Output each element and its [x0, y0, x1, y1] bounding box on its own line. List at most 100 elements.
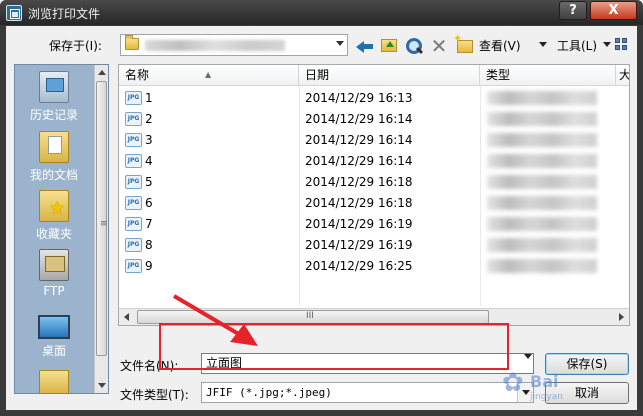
- scroll-down-icon[interactable]: [98, 383, 106, 388]
- file-name: 2: [145, 112, 153, 126]
- save-in-path-blurred: [145, 40, 285, 51]
- file-type-blurred: [487, 133, 597, 147]
- scroll-right-icon[interactable]: [619, 313, 624, 321]
- folder-icon: [39, 370, 69, 394]
- table-row[interactable]: JPG 5 2014/12/29 16:18: [119, 172, 609, 193]
- place-favorites[interactable]: 收藏夹: [17, 190, 91, 242]
- scroll-left-icon[interactable]: [124, 313, 129, 321]
- file-date: 2014/12/29 16:25: [305, 259, 413, 273]
- file-name: 9: [145, 259, 153, 273]
- file-name: 4: [145, 154, 153, 168]
- column-header-name[interactable]: 名称 ▲: [119, 65, 299, 86]
- file-list[interactable]: 名称 ▲ 日期 类型 大 JPG 1 2014/12/29 16:13 JPG 2 201…: [118, 64, 630, 326]
- table-row[interactable]: JPG 7 2014/12/29 16:19: [119, 214, 609, 235]
- app-icon: [6, 5, 22, 21]
- column-header-type[interactable]: 类型: [480, 65, 616, 86]
- back-arrow-icon[interactable]: [356, 37, 374, 55]
- sort-ascending-icon: ▲: [205, 70, 212, 79]
- place-partial[interactable]: [17, 370, 91, 397]
- table-row[interactable]: JPG 1 2014/12/29 16:13: [119, 88, 609, 109]
- file-type-blurred: [487, 238, 597, 252]
- watermark-text: Bai: [530, 372, 559, 391]
- column-header-size[interactable]: 大: [616, 65, 629, 86]
- my-documents-icon: [39, 131, 69, 163]
- watermark-logo: ✿ Bai jingyan: [502, 368, 632, 408]
- watermark-sub: jingyan: [530, 392, 563, 402]
- file-date: 2014/12/29 16:18: [305, 196, 413, 210]
- file-type-blurred: [487, 112, 597, 126]
- window-title: 浏览打印文件: [28, 7, 101, 21]
- chevron-down-icon[interactable]: [524, 354, 532, 359]
- jpg-file-icon: JPG: [125, 133, 142, 147]
- tools-menu[interactable]: 工具(L): [557, 37, 597, 54]
- jpg-file-icon: JPG: [125, 238, 142, 252]
- ftp-icon: [39, 249, 69, 281]
- table-row[interactable]: JPG 9 2014/12/29 16:25: [119, 256, 609, 277]
- up-folder-icon[interactable]: [381, 39, 397, 52]
- jpg-file-icon: JPG: [125, 217, 142, 231]
- place-history[interactable]: 历史记录: [17, 71, 91, 123]
- delete-icon[interactable]: ✕: [430, 36, 448, 56]
- file-date: 2014/12/29 16:19: [305, 238, 413, 252]
- places-scrollbar[interactable]: ≡: [94, 65, 108, 393]
- dialog-window: 浏览打印文件 ? X 保存于(I): ✕ 查看(V) 工具(L) 历史记录: [0, 0, 643, 416]
- views-icon[interactable]: [615, 38, 629, 52]
- jpg-file-icon: JPG: [125, 196, 142, 210]
- jpg-file-icon: JPG: [125, 154, 142, 168]
- file-name: 8: [145, 238, 153, 252]
- jpg-file-icon: JPG: [125, 112, 142, 126]
- save-in-dropdown[interactable]: [120, 34, 348, 56]
- favorites-icon: [39, 190, 69, 222]
- title-bar[interactable]: 浏览打印文件 ? X: [0, 0, 643, 25]
- annotation-arrow-icon: [172, 294, 258, 346]
- place-my-documents[interactable]: 我的文档: [17, 131, 91, 183]
- file-date: 2014/12/29 16:14: [305, 154, 413, 168]
- view-menu[interactable]: 查看(V): [479, 37, 521, 54]
- places-bar: 历史记录 我的文档 收藏夹 FTP 桌面: [14, 64, 109, 394]
- file-name: 6: [145, 196, 153, 210]
- file-name: 5: [145, 175, 153, 189]
- table-row[interactable]: JPG 2 2014/12/29 16:14: [119, 109, 609, 130]
- chevron-down-icon[interactable]: [603, 42, 611, 47]
- file-type-blurred: [487, 91, 597, 105]
- chevron-down-icon[interactable]: [336, 41, 344, 46]
- close-button[interactable]: X: [590, 1, 637, 20]
- table-row[interactable]: JPG 3 2014/12/29 16:14: [119, 130, 609, 151]
- file-type-blurred: [487, 259, 597, 273]
- scroll-grip: III: [306, 311, 314, 321]
- search-icon[interactable]: [404, 37, 422, 55]
- scroll-thumb[interactable]: ≡: [96, 81, 108, 356]
- jpg-file-icon: JPG: [125, 91, 142, 105]
- place-label: 桌面: [41, 344, 66, 358]
- dialog-client: 保存于(I): ✕ 查看(V) 工具(L) 历史记录 我的文档: [6, 26, 637, 410]
- chevron-down-icon[interactable]: [539, 42, 547, 47]
- place-label: 我的文档: [29, 168, 78, 182]
- table-row[interactable]: JPG 4 2014/12/29 16:14: [119, 151, 609, 172]
- place-label: 收藏夹: [35, 227, 72, 241]
- folder-icon: [125, 35, 139, 50]
- filetype-label: 文件类型(T):: [120, 388, 189, 402]
- desktop-icon: [38, 315, 70, 339]
- filetype-dropdown[interactable]: JFIF (*.jpg;*.jpeg): [201, 382, 534, 403]
- column-header-date[interactable]: 日期: [299, 65, 480, 86]
- scroll-up-icon[interactable]: [98, 70, 106, 75]
- place-label: 历史记录: [29, 108, 78, 122]
- place-desktop[interactable]: 桌面: [17, 315, 91, 359]
- file-date: 2014/12/29 16:14: [305, 133, 413, 147]
- save-in-label: 保存于(I):: [49, 39, 102, 53]
- new-folder-icon[interactable]: [453, 32, 473, 53]
- history-icon: [39, 71, 69, 103]
- paw-icon: ✿: [502, 368, 524, 398]
- place-label: FTP: [43, 284, 65, 298]
- file-name: 1: [145, 91, 153, 105]
- table-row[interactable]: JPG 8 2014/12/29 16:19: [119, 235, 609, 256]
- help-button[interactable]: ?: [559, 1, 587, 20]
- file-date: 2014/12/29 16:18: [305, 175, 413, 189]
- file-date: 2014/12/29 16:19: [305, 217, 413, 231]
- table-row[interactable]: JPG 6 2014/12/29 16:18: [119, 193, 609, 214]
- file-name: 7: [145, 217, 153, 231]
- place-ftp[interactable]: FTP: [17, 249, 91, 298]
- filetype-value: JFIF (*.jpg;*.jpeg): [206, 386, 332, 399]
- file-type-blurred: [487, 196, 597, 210]
- jpg-file-icon: JPG: [125, 259, 142, 273]
